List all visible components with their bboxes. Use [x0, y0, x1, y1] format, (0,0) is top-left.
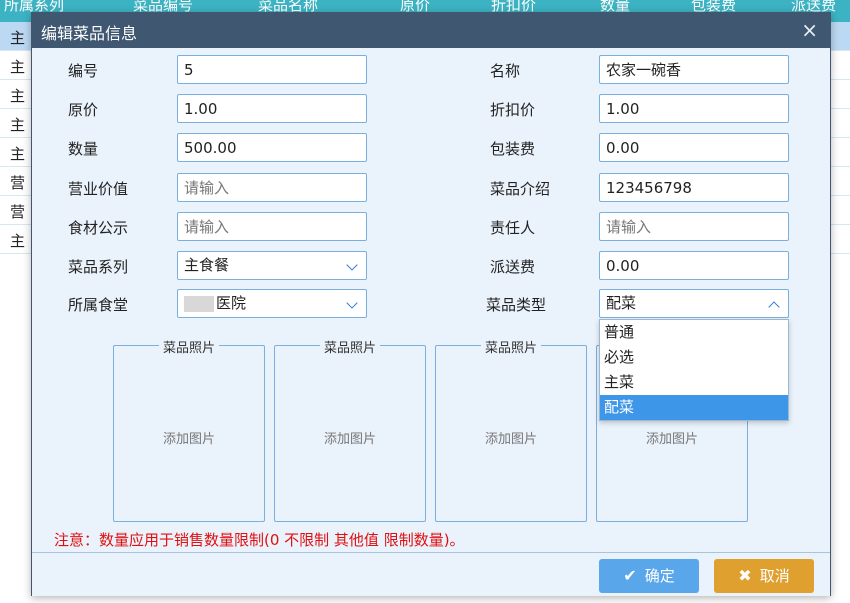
name-input[interactable]	[599, 55, 789, 84]
price-input[interactable]	[177, 94, 367, 123]
photo-slot-3[interactable]: 菜品照片 添加图片	[435, 337, 587, 522]
type-label: 菜品类型	[486, 296, 547, 314]
pack-fee-input[interactable]	[599, 133, 789, 162]
owner-input[interactable]	[599, 212, 789, 241]
quantity-note: 注意：数量应用于销售数量限制(0 不限制 其他值 限制数量)。	[54, 531, 465, 549]
type-option-side[interactable]: 配菜	[600, 395, 788, 420]
chevron-down-icon	[346, 259, 358, 271]
chevron-up-icon	[768, 301, 780, 313]
canteen-label: 所属食堂	[68, 296, 129, 314]
biz-value-input[interactable]	[177, 173, 367, 202]
cancel-button[interactable]: ✖ 取消	[714, 559, 814, 593]
intro-label: 菜品介绍	[490, 180, 551, 198]
series-label: 菜品系列	[68, 258, 129, 276]
discount-label: 折扣价	[490, 101, 536, 119]
check-icon: ✔	[623, 566, 637, 585]
dialog-titlebar[interactable]: 编辑菜品信息 ×	[32, 13, 830, 48]
series-select[interactable]: 主食餐	[177, 251, 367, 280]
discount-input[interactable]	[599, 94, 789, 123]
close-icon: ✖	[738, 566, 752, 585]
confirm-button[interactable]: ✔ 确定	[599, 559, 699, 593]
delivery-fee-input[interactable]	[599, 251, 789, 280]
add-image-text: 添加图片	[323, 432, 376, 447]
edit-dish-dialog: 编辑菜品信息 × 编号 名称 原价 折扣价 数量 包装费 营业价值 菜品介绍 食…	[31, 12, 831, 596]
qty-input[interactable]	[177, 133, 367, 162]
price-label: 原价	[68, 101, 99, 119]
add-image-text: 添加图片	[645, 432, 698, 447]
type-option-main[interactable]: 主菜	[600, 370, 788, 395]
add-image-text: 添加图片	[162, 432, 215, 447]
ingredient-input[interactable]	[177, 212, 367, 241]
photo-caption: 菜品照片	[319, 337, 381, 356]
pack-label: 包装费	[490, 140, 536, 158]
photo-slot-1[interactable]: 菜品照片 添加图片	[113, 337, 265, 522]
ingredient-label: 食材公示	[68, 219, 129, 237]
add-image-text: 添加图片	[484, 432, 537, 447]
photo-caption: 菜品照片	[480, 337, 542, 356]
name-label: 名称	[490, 62, 521, 80]
close-icon[interactable]: ×	[801, 18, 818, 42]
delivery-label: 派送费	[490, 258, 536, 276]
owner-label: 责任人	[490, 219, 536, 237]
dialog-footer: ✔ 确定 ✖ 取消	[32, 552, 830, 596]
redacted-mark	[184, 295, 214, 312]
code-input[interactable]	[177, 55, 367, 84]
chevron-down-icon	[346, 297, 358, 309]
code-label: 编号	[68, 62, 99, 80]
type-option-normal[interactable]: 普通	[600, 320, 788, 345]
dialog-title: 编辑菜品信息	[41, 24, 138, 43]
type-option-required[interactable]: 必选	[600, 345, 788, 370]
photo-slot-2[interactable]: 菜品照片 添加图片	[274, 337, 426, 522]
photo-caption: 菜品照片	[158, 337, 220, 356]
canteen-select[interactable]: 医院	[177, 289, 367, 318]
qty-label: 数量	[68, 140, 99, 158]
intro-input[interactable]	[599, 173, 789, 202]
type-dropdown: 普通 必选 主菜 配菜	[599, 319, 789, 421]
type-select[interactable]: 配菜	[599, 289, 789, 318]
biz-value-label: 营业价值	[68, 180, 129, 198]
